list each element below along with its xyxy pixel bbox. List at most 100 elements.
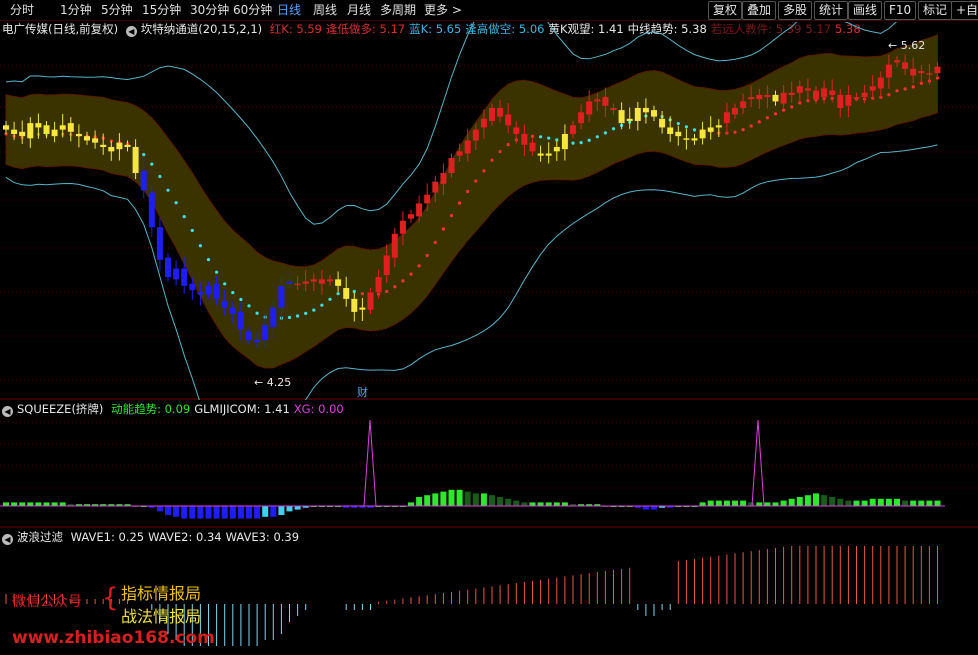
candle-body <box>35 123 42 128</box>
candle-body <box>302 281 309 284</box>
squeeze-bar <box>732 500 738 506</box>
candle-body <box>294 283 301 286</box>
trend-dot <box>401 279 405 283</box>
period-tab-7[interactable]: 周线 <box>313 2 337 18</box>
squeeze-bar <box>885 498 892 506</box>
candle-body <box>124 144 131 147</box>
squeeze-bar <box>213 506 220 519</box>
period-tab-8[interactable]: 月线 <box>347 2 371 18</box>
toolbar-button-6[interactable]: 标记 <box>918 1 953 20</box>
squeeze-bar <box>197 506 204 519</box>
candle-body <box>367 292 374 310</box>
trend-dot <box>385 289 389 294</box>
period-tab-9[interactable]: 多周期 <box>380 2 416 18</box>
squeeze-bar <box>821 495 828 506</box>
trend-dot <box>312 308 316 312</box>
candle-body <box>181 268 188 286</box>
squeeze-bar <box>505 498 512 506</box>
watermark-line1-left: 微信公众号 <box>12 594 82 610</box>
period-tab-0[interactable]: 分时 <box>10 2 34 18</box>
toolbar-button-1[interactable]: 叠加 <box>742 1 777 20</box>
squeeze-bar <box>707 500 714 506</box>
period-tab-10[interactable]: 更多 > <box>424 2 462 18</box>
candle-body <box>310 279 317 282</box>
squeeze-bar <box>51 502 58 506</box>
candle-body <box>675 131 682 137</box>
candle-body <box>796 86 803 93</box>
trend-dot <box>547 136 551 140</box>
candle-body <box>505 114 512 126</box>
candlestick-chart[interactable]: ← 5.62 ← 4.25 财 <box>0 22 978 400</box>
squeeze-bar <box>715 500 722 506</box>
squeeze-bar <box>748 502 755 506</box>
squeeze-bar <box>561 502 568 506</box>
squeeze-bar <box>845 500 852 506</box>
candle-body <box>278 285 285 308</box>
candle-body <box>3 125 9 130</box>
candle-body <box>67 123 74 132</box>
trend-dot <box>773 112 778 116</box>
toolbar-button-5[interactable]: F10 <box>884 1 917 20</box>
period-tab-5[interactable]: 60分钟 <box>233 2 272 18</box>
candle-body <box>521 133 528 145</box>
candle-body <box>173 268 180 280</box>
trend-dot <box>304 311 308 316</box>
toolbar-button-3[interactable]: 统计 <box>814 1 849 20</box>
squeeze-bar <box>27 502 34 506</box>
period-tab-3[interactable]: 15分钟 <box>142 2 181 18</box>
squeeze-bar <box>205 506 212 519</box>
period-tab-2[interactable]: 5分钟 <box>101 2 133 18</box>
period-tab-4[interactable]: 30分钟 <box>190 2 229 18</box>
period-toolbar: 分时 1分钟 5分钟 15分钟 30分钟 60分钟 日线 周线 月线 多周期 更多 > 复权 叠加 多股统… <box>0 0 978 21</box>
candle-body <box>902 62 909 69</box>
candle-body <box>221 301 228 308</box>
toolbar-button-2[interactable]: 多股 <box>778 1 813 20</box>
watermark-line2-right: 战法情报局 <box>121 607 202 626</box>
toolbar-button-4[interactable]: 画线 <box>848 1 883 20</box>
squeeze-bar <box>740 500 747 506</box>
squeeze-bar <box>829 497 836 506</box>
trend-dot <box>506 143 510 147</box>
candle-body <box>513 127 520 134</box>
squeeze-bar <box>270 506 277 517</box>
squeeze-bar <box>521 502 528 506</box>
squeeze-bar <box>440 491 447 506</box>
candle-body <box>804 88 811 91</box>
trend-dot <box>336 292 340 296</box>
candle-body <box>634 107 641 121</box>
squeeze-bar <box>764 502 771 506</box>
trend-dot <box>603 131 608 135</box>
candle-body <box>399 220 406 234</box>
trend-dot <box>174 201 178 205</box>
trend-dot <box>206 258 211 262</box>
trend-dot <box>409 272 413 276</box>
candle-body <box>715 125 722 128</box>
candle-body <box>659 118 666 128</box>
trend-dot <box>231 290 235 295</box>
candle-body <box>318 279 325 284</box>
candle-body <box>391 233 398 258</box>
candle-body <box>424 194 431 204</box>
squeeze-chart[interactable] <box>0 400 978 528</box>
candle-body <box>343 288 350 299</box>
candle-body <box>529 142 536 152</box>
candle-body <box>578 112 585 124</box>
trend-dot <box>182 215 186 219</box>
trend-dot <box>190 228 194 233</box>
squeeze-bar <box>464 491 471 506</box>
toolbar-button-0[interactable]: 复权 <box>708 1 743 20</box>
squeeze-bar <box>237 506 244 519</box>
period-tab-1[interactable]: 1分钟 <box>60 2 92 18</box>
period-tab-6[interactable]: 日线 <box>277 2 301 18</box>
candle-body <box>748 97 755 100</box>
squeeze-bar <box>788 498 795 506</box>
squeeze-bar <box>934 500 941 506</box>
toolbar-button-7[interactable]: +自选 <box>951 1 978 20</box>
trend-dot <box>417 264 421 268</box>
trend-dot <box>571 141 575 145</box>
squeeze-bar <box>813 493 819 506</box>
candle-body <box>489 107 495 121</box>
trend-dot <box>466 189 470 194</box>
squeeze-bar <box>432 493 439 506</box>
trend-dot <box>895 89 899 93</box>
